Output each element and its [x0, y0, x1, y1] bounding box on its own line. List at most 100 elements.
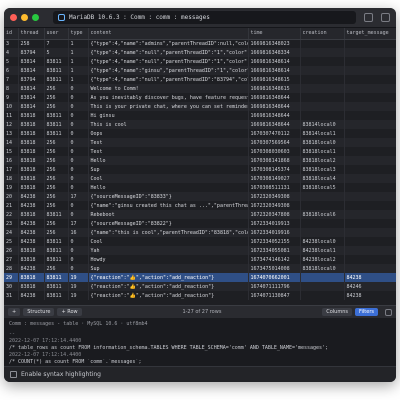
table-cell[interactable] [300, 57, 345, 66]
table-cell[interactable]: 17 [68, 192, 89, 201]
table-cell[interactable]: 1669816348614 [248, 66, 301, 75]
table-cell[interactable] [300, 219, 345, 228]
filters-button[interactable]: Filters [355, 308, 378, 316]
table-cell[interactable]: {"reaction":"👍","action":"add_reaction"} [88, 273, 249, 282]
table-cell[interactable] [300, 111, 345, 120]
column-header-type[interactable]: type [68, 28, 89, 40]
table-cell[interactable] [344, 147, 396, 156]
table-cell[interactable]: 1672334055081 [248, 246, 301, 255]
table-cell[interactable]: 1 [68, 75, 89, 84]
table-cell[interactable]: {"type":4,"name":"admins","parentThreadI… [88, 39, 249, 48]
table-cell[interactable]: 0 [68, 210, 89, 219]
table-cell[interactable] [300, 282, 345, 291]
table-cell[interactable]: 6 [4, 66, 19, 75]
table-cell[interactable]: 83811 [44, 66, 69, 75]
table-cell[interactable]: 0 [68, 237, 89, 246]
columns-button[interactable]: Columns [322, 308, 352, 316]
table-cell[interactable]: 84238 [18, 291, 45, 300]
table-cell[interactable]: 16 [4, 156, 19, 165]
search-icon[interactable] [364, 13, 373, 22]
table-cell[interactable]: As you inevitably discover bugs, have fe… [88, 93, 249, 102]
table-cell[interactable]: 20 [4, 192, 19, 201]
table-cell[interactable]: Hi ginsu [88, 111, 249, 120]
table-cell[interactable] [344, 246, 396, 255]
table-cell[interactable]: 12 [4, 120, 19, 129]
table-cell[interactable]: 22 [4, 210, 19, 219]
table-cell[interactable]: 17 [68, 219, 89, 228]
table-cell[interactable]: 1674071130847 [248, 291, 301, 300]
column-header-target-message[interactable]: target_message [344, 28, 396, 40]
table-cell[interactable]: 83814 [18, 84, 45, 93]
table-row[interactable]: 23 84238 256 17 {"sourceMessageID":"83822"} 1… [4, 219, 396, 228]
table-cell[interactable]: 25 [4, 237, 19, 246]
table-cell[interactable]: 1670308141868 [248, 156, 301, 165]
table-cell[interactable]: 0 [68, 201, 89, 210]
table-row[interactable]: 18 83818 256 0 Cool 1670308149027 83818local4 [4, 174, 396, 183]
table-cell[interactable] [344, 120, 396, 129]
table-cell[interactable]: Hello [88, 156, 249, 165]
table-cell[interactable]: {"type":4,"name":"null","parentThreadID"… [88, 48, 249, 57]
table-cell[interactable] [300, 192, 345, 201]
table-cell[interactable]: 0 [68, 156, 89, 165]
table-row[interactable]: 29 83818 83811 19 {"reaction":"👍","action":"… [4, 273, 396, 282]
table-cell[interactable]: 0 [68, 255, 89, 264]
table-cell[interactable] [344, 138, 396, 147]
table-cell[interactable]: 256 [44, 165, 69, 174]
table-cell[interactable]: 83814 [18, 66, 45, 75]
table-cell[interactable] [300, 39, 345, 48]
table-cell[interactable]: 83814 [18, 93, 45, 102]
column-header-user[interactable]: user [44, 28, 69, 40]
table-cell[interactable]: 1672320349308 [248, 192, 301, 201]
table-cell[interactable]: Hello [88, 183, 249, 192]
table-cell[interactable]: Sup [88, 264, 249, 273]
table-cell[interactable]: 83811 [44, 57, 69, 66]
table-cell[interactable]: 10 [4, 102, 19, 111]
table-cell[interactable]: 28 [4, 264, 19, 273]
table-cell[interactable]: 83818local6 [300, 210, 345, 219]
table-cell[interactable] [344, 174, 396, 183]
table-cell[interactable] [344, 57, 396, 66]
table-cell[interactable]: 83818 [18, 156, 45, 165]
table-cell[interactable]: 0 [68, 93, 89, 102]
table-cell[interactable] [300, 84, 345, 93]
table-cell[interactable]: 84238 [18, 201, 45, 210]
table-cell[interactable]: 30 [4, 282, 19, 291]
table-row[interactable]: 16 83818 256 0 Hello 1670308141868 83818local2 [4, 156, 396, 165]
table-cell[interactable] [344, 102, 396, 111]
add-row-button[interactable]: + Row [57, 308, 82, 316]
table-row[interactable]: 12 83818 83811 0 This is cool 1669816348644 83… [4, 120, 396, 129]
structure-button[interactable]: Structure [23, 308, 55, 316]
table-cell[interactable]: 258 [18, 39, 45, 48]
table-cell[interactable]: Cool [88, 237, 249, 246]
table-cell[interactable]: 1670307470112 [248, 129, 301, 138]
table-row[interactable]: 21 84238 256 0 {"name":"ginsu created this c… [4, 201, 396, 210]
table-cell[interactable]: 83811 [44, 282, 69, 291]
table-cell[interactable]: 83818 [18, 255, 45, 264]
table-cell[interactable]: 256 [44, 147, 69, 156]
table-cell[interactable]: 0 [68, 246, 89, 255]
table-cell[interactable]: 83818local0 [300, 138, 345, 147]
table-cell[interactable]: 0 [68, 129, 89, 138]
table-row[interactable]: 20 84238 256 17 {"sourceMessageID":"83833"} 1… [4, 192, 396, 201]
table-cell[interactable]: 83814 [18, 57, 45, 66]
table-cell[interactable]: 1670308149027 [248, 174, 301, 183]
table-cell[interactable] [300, 93, 345, 102]
table-cell[interactable]: 1672334019916 [248, 228, 301, 237]
breadcrumb[interactable]: MariaDB 10.6.3 : Comm : comm : messages [53, 11, 356, 24]
table-cell[interactable]: 83814local1 [300, 129, 345, 138]
table-row[interactable]: 22 83818 83811 0 Rebeboot 1672320347808 83818l… [4, 210, 396, 219]
table-cell[interactable]: 83811 [44, 291, 69, 300]
table-cell[interactable] [344, 237, 396, 246]
table-cell[interactable]: 256 [44, 264, 69, 273]
column-header-content[interactable]: content [88, 28, 249, 40]
table-cell[interactable]: 83818 [18, 165, 45, 174]
table-cell[interactable]: 1670308145374 [248, 165, 301, 174]
table-cell[interactable]: 1669816348644 [248, 102, 301, 111]
syntax-highlighting-checkbox[interactable] [10, 371, 17, 378]
table-cell[interactable] [344, 165, 396, 174]
table-cell[interactable]: 0 [68, 111, 89, 120]
table-cell[interactable]: {"type":4,"name":"ginsu","parentThreadID… [88, 66, 249, 75]
table-cell[interactable] [300, 291, 345, 300]
table-cell[interactable]: 5 [4, 57, 19, 66]
table-cell[interactable]: 84246 [344, 282, 396, 291]
